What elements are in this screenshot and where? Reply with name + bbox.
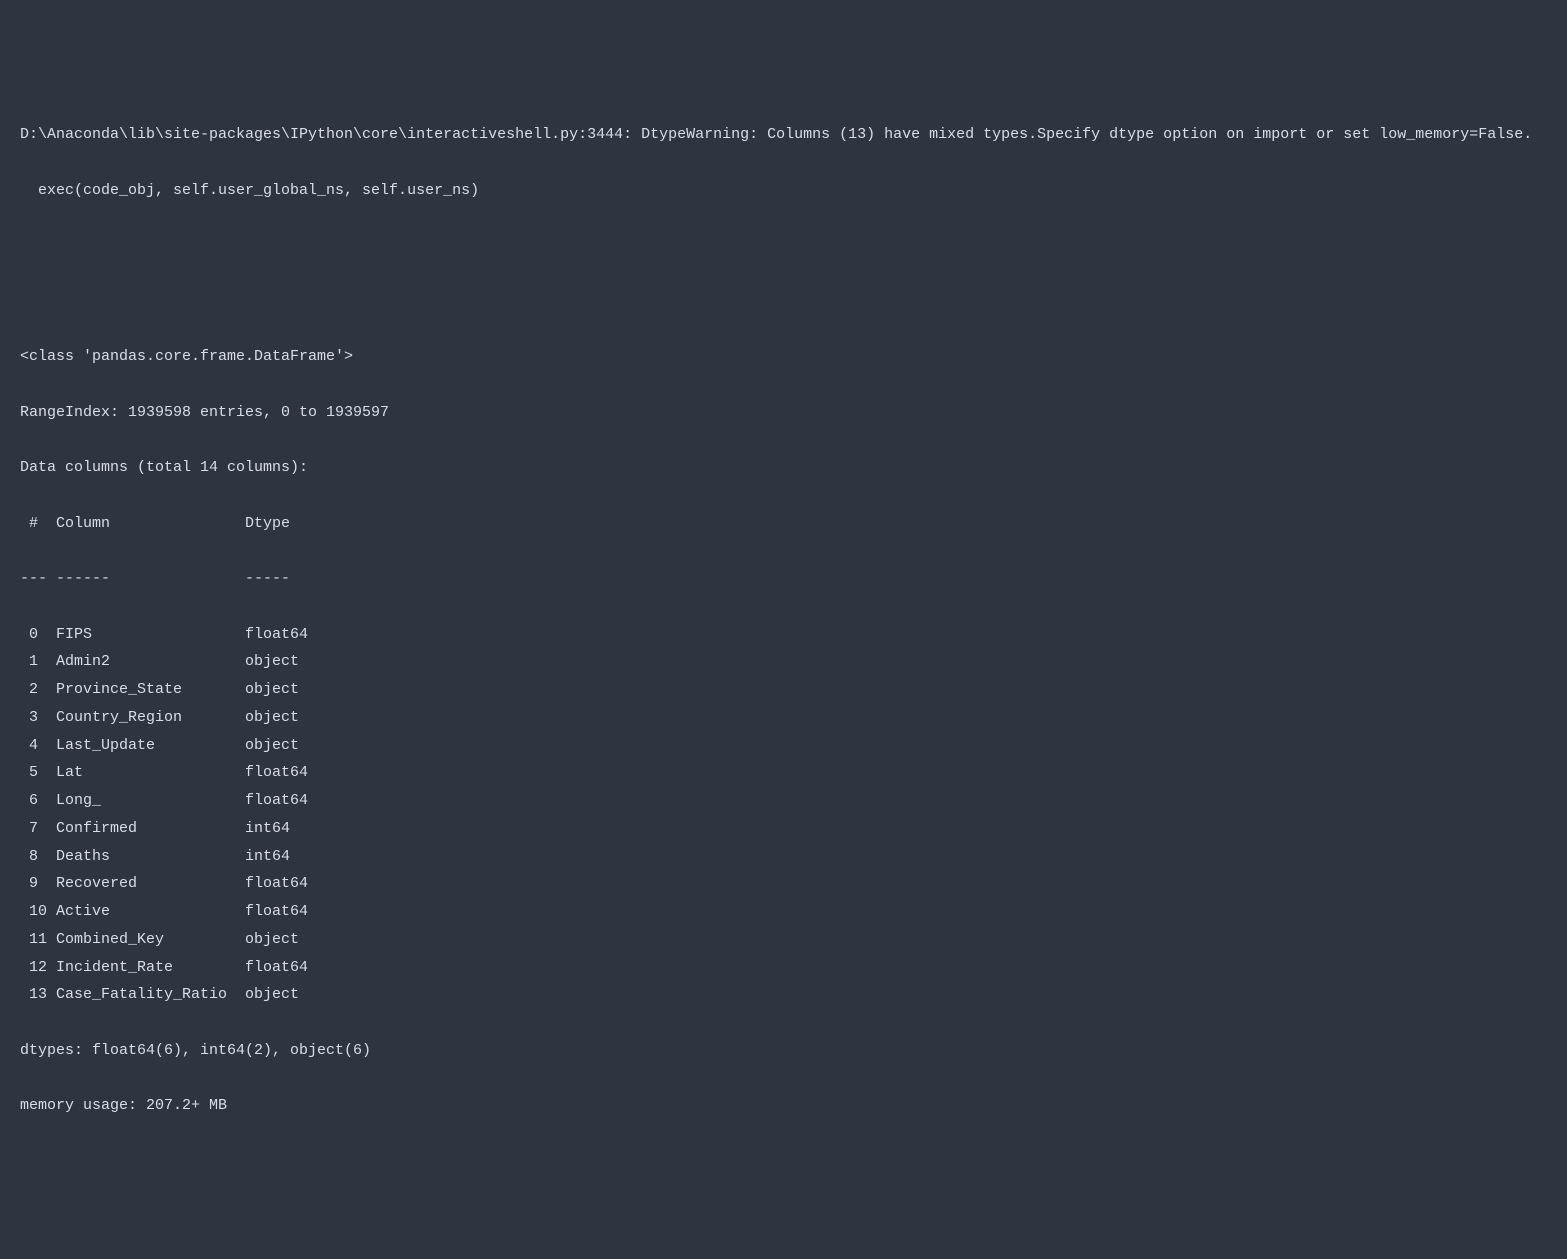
column-idx: 13 xyxy=(20,981,56,1009)
column-row: 12 Incident_Rate float64 xyxy=(20,954,1547,982)
column-idx: 5 xyxy=(20,759,56,787)
column-name: Active xyxy=(56,898,245,926)
dtypes-summary: dtypes: float64(6), int64(2), object(6) xyxy=(20,1037,1547,1065)
column-row: 8 Deaths int64 xyxy=(20,843,1547,871)
column-dtype: float64 xyxy=(245,787,308,815)
sep-idx: --- xyxy=(20,565,56,593)
column-idx: 3 xyxy=(20,704,56,732)
column-name: Admin2 xyxy=(56,648,245,676)
column-row: 2 Province_State object xyxy=(20,676,1547,704)
column-name: Long_ xyxy=(56,787,245,815)
column-row: 10 Active float64 xyxy=(20,898,1547,926)
dataframe-class: <class 'pandas.core.frame.DataFrame'> xyxy=(20,343,1547,371)
header-idx: # xyxy=(20,510,56,538)
column-idx: 11 xyxy=(20,926,56,954)
column-name: Recovered xyxy=(56,870,245,898)
column-row: 4 Last_Update object xyxy=(20,732,1547,760)
column-idx: 9 xyxy=(20,870,56,898)
column-dtype: float64 xyxy=(245,898,308,926)
column-idx: 8 xyxy=(20,843,56,871)
column-name: Confirmed xyxy=(56,815,245,843)
blank-line xyxy=(20,232,1547,260)
column-name: Last_Update xyxy=(56,732,245,760)
column-dtype: object xyxy=(245,981,308,1009)
column-header-row: # Column Dtype xyxy=(20,510,1547,538)
column-name: Country_Region xyxy=(56,704,245,732)
column-dtype: float64 xyxy=(245,954,308,982)
column-dtype: object xyxy=(245,648,308,676)
column-row: 7 Confirmed int64 xyxy=(20,815,1547,843)
column-dtype: int64 xyxy=(245,815,308,843)
header-column: Column xyxy=(56,510,245,538)
column-dtype: object xyxy=(245,926,308,954)
column-idx: 12 xyxy=(20,954,56,982)
column-row: 3 Country_Region object xyxy=(20,704,1547,732)
column-idx: 2 xyxy=(20,676,56,704)
column-row: 9 Recovered float64 xyxy=(20,870,1547,898)
column-name: Combined_Key xyxy=(56,926,245,954)
column-dtype: object xyxy=(245,732,308,760)
sep-dtype: ----- xyxy=(245,565,308,593)
columns-container: 0 FIPS float64 1 Admin2 object 2 Provinc… xyxy=(20,621,1547,1010)
column-idx: 7 xyxy=(20,815,56,843)
data-columns-header: Data columns (total 14 columns): xyxy=(20,454,1547,482)
column-name: Case_Fatality_Ratio xyxy=(56,981,245,1009)
column-dtype: float64 xyxy=(245,759,308,787)
header-dtype: Dtype xyxy=(245,510,308,538)
column-dtype: float64 xyxy=(245,621,308,649)
column-dtype: object xyxy=(245,676,308,704)
column-dtype: float64 xyxy=(245,870,308,898)
column-idx: 1 xyxy=(20,648,56,676)
column-idx: 10 xyxy=(20,898,56,926)
blank-line xyxy=(20,288,1547,316)
column-dtype: int64 xyxy=(245,843,308,871)
column-name: FIPS xyxy=(56,621,245,649)
sep-column: ------ xyxy=(56,565,245,593)
column-name: Province_State xyxy=(56,676,245,704)
warning-line-1: D:\Anaconda\lib\site-packages\IPython\co… xyxy=(20,121,1547,149)
column-name: Deaths xyxy=(56,843,245,871)
column-row: 1 Admin2 object xyxy=(20,648,1547,676)
warning-line-2: exec(code_obj, self.user_global_ns, self… xyxy=(20,177,1547,205)
range-index: RangeIndex: 1939598 entries, 0 to 193959… xyxy=(20,399,1547,427)
column-dtype: object xyxy=(245,704,308,732)
column-row: 6 Long_ float64 xyxy=(20,787,1547,815)
column-name: Lat xyxy=(56,759,245,787)
column-separator-row: --- ------ ----- xyxy=(20,565,1547,593)
column-row: 0 FIPS float64 xyxy=(20,621,1547,649)
column-row: 11 Combined_Key object xyxy=(20,926,1547,954)
column-name: Incident_Rate xyxy=(56,954,245,982)
column-idx: 6 xyxy=(20,787,56,815)
column-idx: 0 xyxy=(20,621,56,649)
column-idx: 4 xyxy=(20,732,56,760)
memory-usage: memory usage: 207.2+ MB xyxy=(20,1092,1547,1120)
column-row: 13 Case_Fatality_Ratio object xyxy=(20,981,1547,1009)
column-row: 5 Lat float64 xyxy=(20,759,1547,787)
